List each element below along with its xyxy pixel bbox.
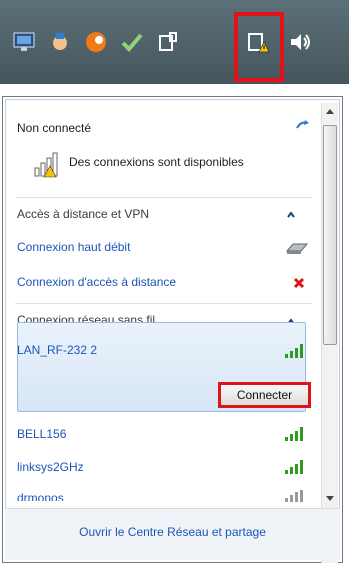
status-label: Non connecté — [17, 121, 92, 135]
hand-icon[interactable] — [48, 30, 72, 54]
network-name[interactable]: linksys2GHz — [17, 454, 304, 480]
no-connection-signal-icon — [34, 152, 58, 178]
monitor-icon[interactable] — [12, 30, 36, 54]
refresh-icon[interactable] — [295, 119, 311, 131]
scroll-thumb[interactable] — [323, 125, 337, 345]
separator — [15, 197, 312, 198]
connect-button-label: Connecter — [236, 388, 293, 402]
taskbar-tray — [0, 0, 349, 84]
network-name[interactable]: BELL156 — [17, 421, 304, 447]
scrollbar[interactable] — [321, 103, 338, 563]
speaker-icon[interactable] — [288, 30, 312, 54]
dialup-connection[interactable]: Connexion d'accès à distance — [17, 269, 304, 295]
group-vpn-label: Accès à distance et VPN — [17, 207, 150, 221]
scroll-up-arrow-icon[interactable] — [325, 107, 335, 115]
broadband-connection[interactable]: Connexion haut débit — [17, 234, 304, 260]
wifi-signal-icon — [285, 344, 303, 358]
network-plug-icon[interactable] — [156, 30, 180, 54]
network-name[interactable]: LAN_RF-232 2 — [17, 337, 304, 363]
network-name[interactable]: drmonos — [17, 485, 304, 501]
open-network-center-link[interactable]: Ouvrir le Centre Réseau et partage — [5, 525, 340, 539]
separator — [15, 303, 312, 304]
scroll-down-arrow-icon[interactable] — [325, 495, 335, 503]
orange-ball-icon[interactable] — [84, 30, 108, 54]
check-icon[interactable] — [120, 30, 144, 54]
tray-highlight-box — [234, 12, 284, 82]
network-popup: Non connecté Des connexions sont disponi… — [2, 96, 343, 563]
wifi-signal-icon — [285, 427, 303, 441]
modem-icon — [285, 243, 309, 254]
footer: Ouvrir le Centre Réseau et partage — [5, 508, 340, 560]
chevron-up-icon[interactable] — [286, 210, 296, 220]
available-label: Des connexions sont disponibles — [69, 155, 244, 169]
connect-button[interactable]: Connecter — [218, 382, 311, 408]
wifi-signal-icon — [285, 460, 303, 474]
red-x-icon — [293, 277, 305, 289]
wifi-signal-weak-icon — [285, 490, 303, 502]
